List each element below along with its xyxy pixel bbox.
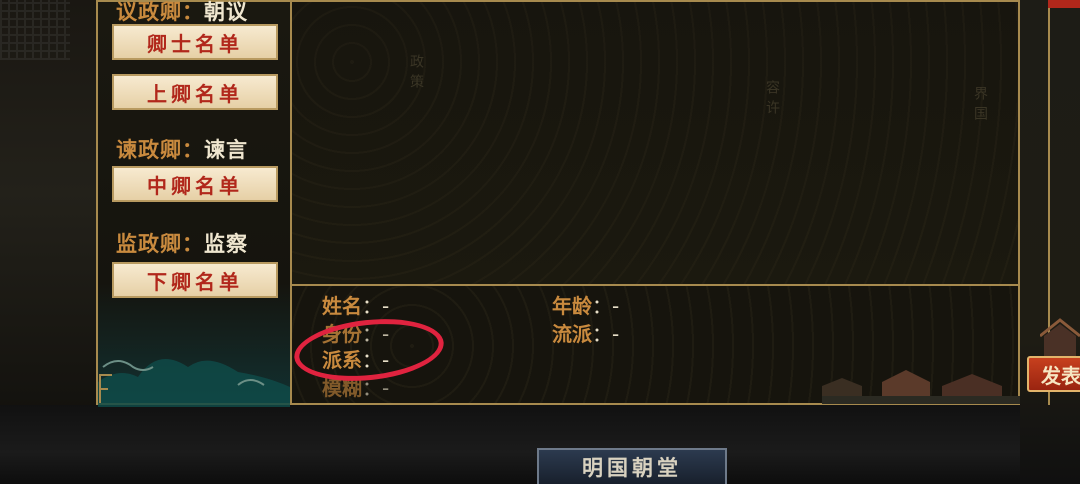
name-label: 姓名 [322, 294, 362, 318]
publish-button[interactable]: 发表 [1027, 356, 1080, 392]
section-title: 监政卿 [116, 232, 182, 256]
minister-sidebar: 议政卿：朝议 卿士名单 上卿名单 谏政卿：谏言 中卿名单 监政卿：监察 下卿名单 [98, 0, 292, 407]
window-lattice [0, 0, 70, 60]
section-title: 议政卿 [116, 0, 182, 24]
info-name: 姓名：- [322, 290, 389, 319]
faint-text: 容许 [764, 80, 780, 120]
info-school: 流派：- [552, 318, 619, 347]
section-jianchaqing: 监政卿：监察 [116, 228, 248, 258]
shangqing-list-button[interactable]: 上卿名单 [112, 74, 278, 110]
cloud-mountain-decoration [98, 359, 290, 407]
section-value: 谏言 [204, 138, 248, 162]
qingshi-list-button[interactable]: 卿士名单 [112, 24, 278, 60]
school-label: 流派 [552, 322, 592, 346]
background-right [1020, 0, 1080, 484]
court-tab[interactable]: 明国朝堂 [537, 448, 727, 484]
section-value: 监察 [204, 232, 248, 256]
section-sep: ： [182, 0, 204, 24]
minister-display-area: 政策 容许 界国 [292, 2, 1018, 286]
section-sep: ： [182, 232, 204, 256]
section-title: 谏政卿 [116, 138, 182, 162]
tower-decoration [1040, 318, 1080, 358]
top-right-button[interactable] [1048, 0, 1080, 8]
section-yizhengqing: 议政卿：朝议 [116, 0, 248, 26]
name-value: ：- [362, 294, 390, 318]
age-value: ：- [592, 294, 620, 318]
section-value: 朝议 [204, 0, 248, 24]
info-age: 年龄：- [552, 290, 619, 319]
faint-text: 政策 [408, 54, 424, 94]
faint-text: 界国 [972, 86, 988, 126]
section-sep: ： [182, 138, 204, 162]
age-label: 年龄 [552, 294, 592, 318]
pavilion-decoration [822, 370, 1020, 404]
xiaqing-list-button[interactable]: 下卿名单 [112, 262, 278, 298]
zhongqing-list-button[interactable]: 中卿名单 [112, 166, 278, 202]
section-jianzhengqing: 谏政卿：谏言 [116, 134, 248, 164]
school-value: ：- [592, 322, 620, 346]
